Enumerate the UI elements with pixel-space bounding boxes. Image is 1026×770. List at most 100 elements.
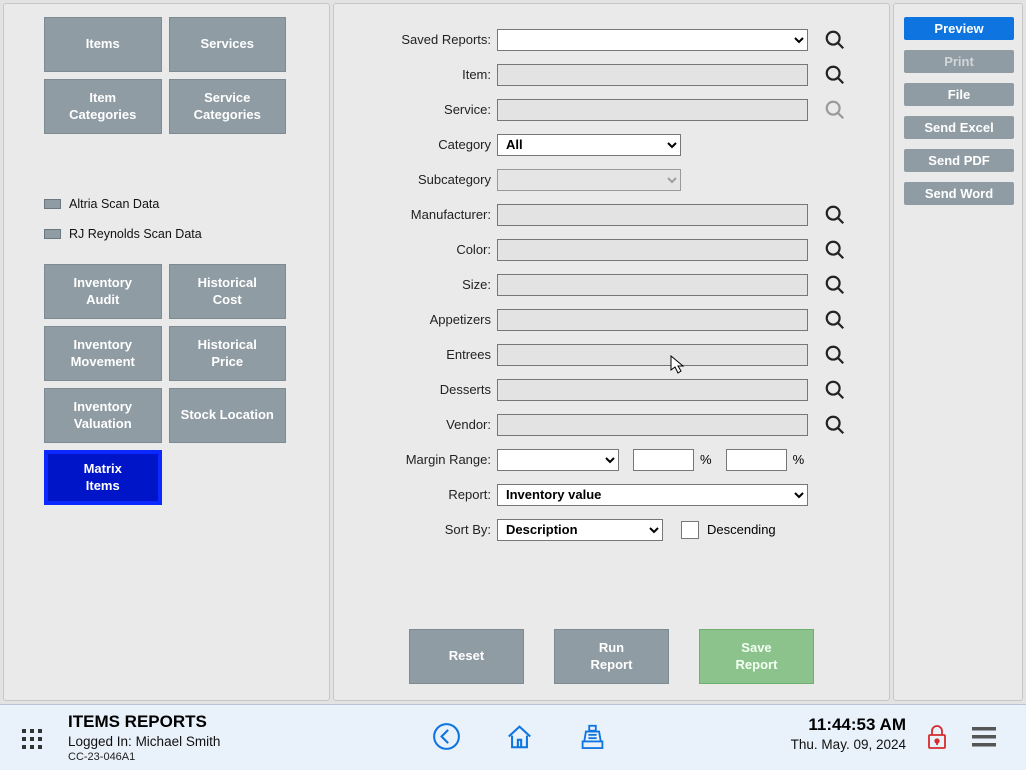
nav-grid-top: Items Services ItemCategories ServiceCat… bbox=[44, 17, 286, 134]
apps-grid-icon[interactable] bbox=[22, 729, 42, 754]
search-icon[interactable] bbox=[824, 274, 846, 296]
category-select[interactable]: All bbox=[497, 134, 681, 156]
vendor-input[interactable] bbox=[497, 414, 808, 436]
label-appetizers: Appetizers bbox=[334, 312, 497, 327]
form-rows: Saved Reports: Item: Service: Category A… bbox=[334, 22, 889, 547]
nav-inventory-movement[interactable]: InventoryMovement bbox=[44, 326, 162, 381]
file-button[interactable]: File bbox=[904, 83, 1014, 106]
nav-inventory-valuation[interactable]: InventoryValuation bbox=[44, 388, 162, 443]
nav-matrix-items[interactable]: MatrixItems bbox=[44, 450, 162, 505]
nav-inventory-audit[interactable]: InventoryAudit bbox=[44, 264, 162, 319]
nav-historical-price[interactable]: HistoricalPrice bbox=[169, 326, 287, 381]
size-input[interactable] bbox=[497, 274, 808, 296]
nav-label: InventoryValuation bbox=[73, 399, 132, 432]
report-select[interactable]: Inventory value bbox=[497, 484, 808, 506]
color-input[interactable] bbox=[497, 239, 808, 261]
reset-button[interactable]: Reset bbox=[409, 629, 524, 684]
left-panel: Items Services ItemCategories ServiceCat… bbox=[3, 3, 330, 701]
preview-button[interactable]: Preview bbox=[904, 17, 1014, 40]
descending-checkbox[interactable] bbox=[681, 521, 699, 539]
cash-register-icon[interactable] bbox=[576, 720, 609, 758]
button-label: Send PDF bbox=[928, 153, 989, 168]
center-panel: Saved Reports: Item: Service: Category A… bbox=[333, 3, 890, 701]
item-input[interactable] bbox=[497, 64, 808, 86]
send-excel-button[interactable]: Send Excel bbox=[904, 116, 1014, 139]
label-manufacturer: Manufacturer: bbox=[334, 207, 497, 222]
row-vendor: Vendor: bbox=[334, 407, 889, 442]
label-saved-reports: Saved Reports: bbox=[334, 32, 497, 47]
sort-by-select[interactable]: Description bbox=[497, 519, 663, 541]
save-report-button[interactable]: SaveReport bbox=[699, 629, 814, 684]
service-input[interactable] bbox=[497, 99, 808, 121]
send-word-button[interactable]: Send Word bbox=[904, 182, 1014, 205]
row-desserts: Desserts bbox=[334, 372, 889, 407]
nav-label: ItemCategories bbox=[69, 90, 136, 123]
nav-stock-location[interactable]: Stock Location bbox=[169, 388, 287, 443]
saved-reports-select[interactable] bbox=[497, 29, 808, 51]
footer-title-block: ITEMS REPORTS Logged In: Michael Smith C… bbox=[68, 712, 220, 763]
hamburger-menu-icon[interactable] bbox=[972, 727, 996, 752]
label-report: Report: bbox=[334, 487, 497, 502]
send-pdf-button[interactable]: Send PDF bbox=[904, 149, 1014, 172]
nav-label: MatrixItems bbox=[84, 461, 122, 494]
lock-icon[interactable] bbox=[926, 723, 948, 756]
scan-item-rjr[interactable]: RJ Reynolds Scan Data bbox=[44, 219, 324, 249]
nav-services[interactable]: Services bbox=[169, 17, 287, 72]
margin-range-select[interactable] bbox=[497, 449, 619, 471]
label-entrees: Entrees bbox=[334, 347, 497, 362]
row-margin: Margin Range: % % bbox=[334, 442, 889, 477]
action-row: Reset RunReport SaveReport bbox=[334, 629, 889, 684]
descending-label: Descending bbox=[707, 522, 776, 537]
search-icon[interactable] bbox=[824, 204, 846, 226]
row-color: Color: bbox=[334, 232, 889, 267]
label-margin: Margin Range: bbox=[334, 452, 497, 467]
clock-time: 11:44:53 AM bbox=[791, 715, 906, 735]
footer-bar: ITEMS REPORTS Logged In: Michael Smith C… bbox=[0, 704, 1026, 770]
nav-service-categories[interactable]: ServiceCategories bbox=[169, 79, 287, 134]
home-icon[interactable] bbox=[503, 720, 536, 758]
scan-label: Altria Scan Data bbox=[69, 197, 159, 211]
manufacturer-input[interactable] bbox=[497, 204, 808, 226]
nav-items[interactable]: Items bbox=[44, 17, 162, 72]
right-panel: Preview Print File Send Excel Send PDF S… bbox=[893, 3, 1023, 701]
print-button: Print bbox=[904, 50, 1014, 73]
search-icon[interactable] bbox=[824, 239, 846, 261]
percent-label: % bbox=[700, 452, 712, 467]
clock-block: 11:44:53 AM Thu. May. 09, 2024 bbox=[791, 715, 906, 752]
nav-label: Stock Location bbox=[181, 407, 274, 423]
back-icon[interactable] bbox=[430, 720, 463, 758]
legend-swatch bbox=[44, 199, 61, 209]
scan-item-altria[interactable]: Altria Scan Data bbox=[44, 189, 324, 219]
button-label: Send Excel bbox=[924, 120, 993, 135]
button-label: RunReport bbox=[591, 640, 633, 673]
button-label: Send Word bbox=[925, 186, 993, 201]
nav-historical-cost[interactable]: HistoricalCost bbox=[169, 264, 287, 319]
margin-from-input[interactable] bbox=[633, 449, 694, 471]
search-icon[interactable] bbox=[824, 309, 846, 331]
nav-label: InventoryMovement bbox=[71, 337, 135, 370]
nav-item-categories[interactable]: ItemCategories bbox=[44, 79, 162, 134]
row-size: Size: bbox=[334, 267, 889, 302]
margin-to-input[interactable] bbox=[726, 449, 787, 471]
button-label: Preview bbox=[934, 21, 983, 36]
register-id: CC-23-046A1 bbox=[68, 751, 220, 763]
label-category: Category bbox=[334, 137, 497, 152]
entrees-input[interactable] bbox=[497, 344, 808, 366]
row-subcategory: Subcategory bbox=[334, 162, 889, 197]
desserts-input[interactable] bbox=[497, 379, 808, 401]
search-icon[interactable] bbox=[824, 64, 846, 86]
search-icon[interactable] bbox=[824, 29, 846, 51]
row-entrees: Entrees bbox=[334, 337, 889, 372]
row-category: Category All bbox=[334, 127, 889, 162]
appetizers-input[interactable] bbox=[497, 309, 808, 331]
nav-label: HistoricalPrice bbox=[198, 337, 257, 370]
search-icon[interactable] bbox=[824, 379, 846, 401]
search-icon bbox=[824, 99, 846, 121]
right-button-list: Preview Print File Send Excel Send PDF S… bbox=[904, 17, 1014, 205]
percent-label: % bbox=[793, 452, 805, 467]
label-sort: Sort By: bbox=[334, 522, 497, 537]
nav-label: HistoricalCost bbox=[198, 275, 257, 308]
search-icon[interactable] bbox=[824, 344, 846, 366]
run-report-button[interactable]: RunReport bbox=[554, 629, 669, 684]
search-icon[interactable] bbox=[824, 414, 846, 436]
